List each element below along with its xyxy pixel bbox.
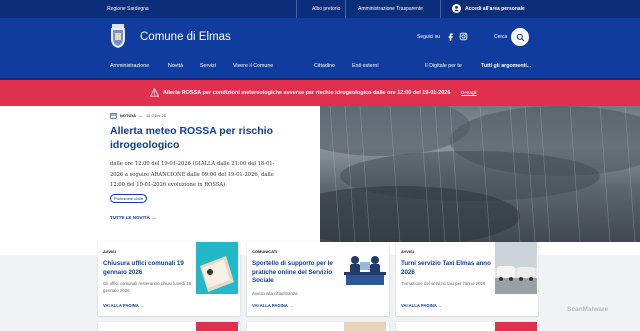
news-card[interactable]: [247, 322, 389, 331]
card-link-label: VAI ALLA PAGINA: [252, 303, 288, 308]
site-title[interactable]: Comune di Elmas: [140, 31, 231, 43]
divider: [440, 0, 441, 18]
albo-pretorio-link[interactable]: Albo pretorio: [312, 6, 340, 12]
search-label: Cerca: [494, 34, 508, 40]
nav-cittadino[interactable]: Cittadino: [314, 63, 335, 69]
arrow-right-icon: →: [437, 303, 443, 308]
card-link-label: VAI ALLA PAGINA: [401, 303, 437, 308]
closed-sign-picture: [196, 242, 238, 294]
card-category: AVVISI: [103, 249, 116, 254]
arrow-right-icon: →: [139, 303, 145, 308]
news-body: dalle ore 12:00 del 19-01-2026 (GIALLA d…: [110, 161, 275, 188]
coat-of-arms-logo[interactable]: [108, 24, 128, 50]
news-date: 18 GEN 26: [146, 113, 166, 118]
card-description: Gli uffici comunali resteranno chiusi lu…: [103, 281, 192, 293]
card-image: [196, 322, 238, 331]
card-link[interactable]: VAI ALLA PAGINA →: [252, 303, 293, 308]
alert-details-link[interactable]: Dettagli: [461, 90, 477, 95]
alert-banner: Allerta ROSSA per condizioni metereologi…: [0, 80, 640, 106]
taxi-line-picture: [495, 242, 537, 294]
card-category: AVVISI: [401, 249, 414, 254]
divider: [296, 0, 297, 18]
nav-amministrazione[interactable]: Amministrazione: [110, 63, 149, 69]
follow-label: Seguici su: [417, 34, 441, 40]
card-title[interactable]: Turni servizio Taxi Elmas anno 2026: [401, 260, 496, 277]
nav-novita[interactable]: Novità: [168, 63, 183, 69]
news-card[interactable]: AVVISI Chiusura uffici comunali 19 genna…: [98, 242, 240, 316]
nav-il-digitale-per-te[interactable]: Il Digitale per te: [425, 63, 462, 69]
card-description: Turnazione del servizio taxi per l'anno …: [401, 281, 486, 286]
all-news-label: TUTTE LE NOVITÀ: [110, 215, 150, 220]
top-bar: Regione Sardegna Albo pretorio Amministr…: [0, 0, 640, 18]
card-link[interactable]: VAI ALLA PAGINA →: [401, 303, 442, 308]
arrow-right-icon: →: [151, 215, 158, 221]
calendar-icon: [110, 113, 117, 119]
nav-tutti-gli-argomenti[interactable]: Tutti gli argomenti...: [481, 63, 531, 69]
nav-servizi[interactable]: Servizi: [200, 63, 216, 69]
region-link[interactable]: Regione Sardegna: [107, 6, 149, 12]
card-link-label: VAI ALLA PAGINA: [103, 303, 139, 308]
card-image: [344, 242, 386, 294]
warning-icon: [150, 88, 159, 97]
site-header: Comune di Elmas Seguici su Cerca Amminis…: [0, 18, 640, 80]
search-button[interactable]: [511, 28, 529, 46]
news-date-separator: —: [139, 113, 143, 118]
card-link[interactable]: VAI ALLA PAGINA →: [103, 303, 144, 308]
login-button[interactable]: Accedi all'area personale: [452, 4, 525, 13]
card-category: COMUNICATI: [252, 249, 278, 254]
nav-vivere-il-comune[interactable]: Vivere il Comune: [233, 63, 273, 69]
card-title[interactable]: Chiusura uffici comunali 19 gennaio 2026: [103, 260, 195, 277]
alert-text: Allerta ROSSA per condizioni metereologi…: [163, 90, 451, 96]
news-type: NOTIZIA: [120, 113, 136, 118]
help-desk-picture: [344, 256, 386, 285]
card-image: [495, 322, 537, 331]
rain-clouds-picture: [320, 106, 640, 242]
news-card[interactable]: AVVISI Turni servizio Taxi Elmas anno 20…: [396, 242, 538, 316]
arrow-right-icon: →: [288, 303, 294, 308]
instagram-icon[interactable]: [459, 32, 468, 41]
news-title[interactable]: Allerta meteo ROSSA per rischio idrogeol…: [110, 125, 315, 152]
watermark: ScanMalware: [567, 306, 609, 313]
news-card[interactable]: [98, 322, 240, 331]
news-card[interactable]: COMUNICATI Sportello di supporto per le …: [247, 242, 389, 316]
topic-tag[interactable]: Protezione civile: [110, 194, 148, 203]
facebook-icon[interactable]: [446, 32, 455, 41]
card-image: [344, 322, 386, 331]
news-meta: NOTIZIA — 18 GEN 26: [110, 112, 166, 119]
amministrazione-trasparente-link[interactable]: Amministrazione Trasparente: [358, 6, 423, 12]
card-description: Avviso alla cittadinanza: [252, 291, 298, 296]
card-title[interactable]: Sportello di supporto per le pratiche on…: [252, 260, 344, 286]
all-news-link[interactable]: TUTTE LE NOVITÀ →: [110, 215, 157, 221]
card-image: [495, 242, 537, 294]
storm-hero-image: [320, 106, 640, 242]
news-card[interactable]: [396, 322, 538, 331]
user-icon: [452, 4, 461, 13]
nav-enti-esterni[interactable]: Enti esterni: [352, 63, 379, 69]
divider: [345, 0, 346, 18]
search-icon: [516, 33, 524, 41]
login-label: Accedi all'area personale: [465, 5, 525, 12]
card-image: [196, 242, 238, 294]
